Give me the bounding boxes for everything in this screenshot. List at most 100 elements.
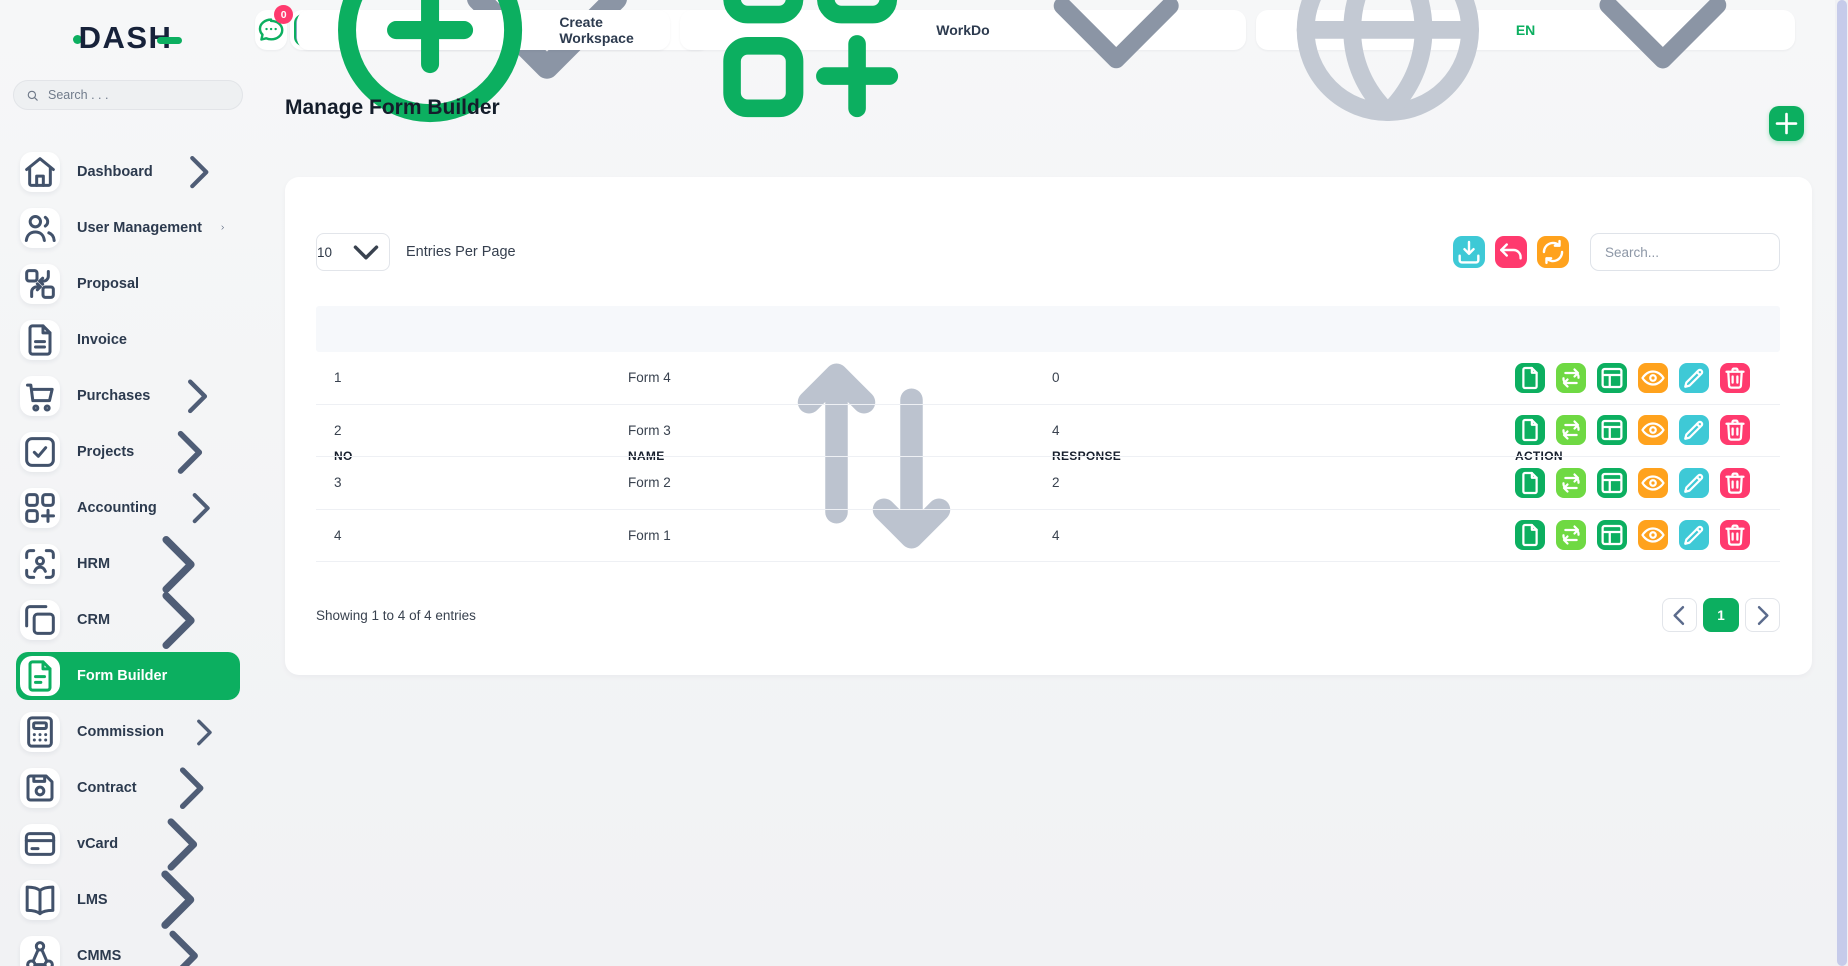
file-icon	[1515, 415, 1545, 445]
form-table-card: 10 Entries Per Page NO NAME RESPONSE ACT…	[285, 177, 1812, 675]
entries-per-page-select[interactable]: 10	[316, 233, 390, 271]
credit-card-icon	[20, 824, 60, 864]
create-form-button[interactable]	[1769, 106, 1804, 141]
cell-actions	[1497, 415, 1780, 445]
file-icon	[1515, 520, 1545, 550]
plus-circle-icon	[310, 0, 550, 150]
language-selector[interactable]: EN	[1256, 10, 1795, 50]
row-action-edit-button[interactable]	[1679, 520, 1709, 550]
row-action-responses-button[interactable]	[1597, 363, 1627, 393]
entries-per-page-label: Entries Per Page	[406, 244, 516, 260]
eye-icon	[1638, 468, 1668, 498]
pencil-icon	[1679, 520, 1709, 550]
table-footer: Showing 1 to 4 of 4 entries 1	[316, 598, 1780, 632]
repeat-icon	[1556, 468, 1586, 498]
sidebar-item-cmms[interactable]: CMMS	[16, 932, 240, 966]
sidebar-search	[13, 80, 243, 110]
app-logo[interactable]: DASH	[0, 20, 255, 56]
grid-plus-icon	[20, 488, 60, 528]
create-workspace-button[interactable]: Create Workspace	[297, 10, 670, 50]
trash-icon	[1720, 520, 1750, 550]
sidebar-search-input[interactable]	[48, 88, 231, 102]
messages-button[interactable]: 0	[255, 10, 287, 50]
eye-icon	[1638, 363, 1668, 393]
row-action-view-button[interactable]	[1638, 468, 1668, 498]
pagination-next-button[interactable]	[1745, 598, 1780, 632]
row-action-responses-button[interactable]	[1597, 468, 1627, 498]
row-action-responses-button[interactable]	[1597, 520, 1627, 550]
refresh-icon	[1537, 236, 1569, 268]
row-action-delete-button[interactable]	[1720, 363, 1750, 393]
scrollbar-thumb[interactable]	[1837, 0, 1847, 966]
row-action-delete-button[interactable]	[1720, 520, 1750, 550]
repeat-icon	[1556, 520, 1586, 550]
sidebar-item-invoice[interactable]: Invoice	[16, 316, 240, 364]
row-action-edit-button[interactable]	[1679, 363, 1709, 393]
chevron-down-icon	[1544, 0, 1782, 149]
row-action-convert-button[interactable]	[1556, 415, 1586, 445]
save-icon	[20, 768, 60, 808]
sidebar-item-form-builder[interactable]: Form Builder	[16, 652, 240, 700]
table-row: 4 Form 1 4	[316, 510, 1780, 563]
trash-icon	[1720, 363, 1750, 393]
row-action-view-button[interactable]	[1638, 363, 1668, 393]
row-action-delete-button[interactable]	[1720, 468, 1750, 498]
sidebar-item-dashboard[interactable]: Dashboard	[16, 148, 240, 196]
pencil-icon	[1679, 468, 1709, 498]
main-area: WorkDo 0 Create Workspace WorkDo EN	[255, 0, 1848, 966]
cell-no: 2	[316, 423, 610, 438]
scan-user-icon	[20, 544, 60, 584]
calculator-icon	[20, 712, 60, 752]
table-icon	[1597, 468, 1627, 498]
row-action-form-link-button[interactable]	[1515, 468, 1545, 498]
invoice-icon	[20, 320, 60, 360]
table-icon	[1597, 363, 1627, 393]
row-action-convert-button[interactable]	[1556, 468, 1586, 498]
row-action-edit-button[interactable]	[1679, 468, 1709, 498]
sidebar-item-projects[interactable]: Projects	[16, 428, 240, 476]
table-search-input[interactable]	[1590, 233, 1780, 271]
language-label: EN	[1516, 22, 1535, 38]
row-action-view-button[interactable]	[1638, 415, 1668, 445]
cell-name: Form 4	[610, 370, 1034, 385]
export-button[interactable]	[1453, 236, 1485, 268]
chevron-right-icon	[1746, 599, 1779, 632]
chevron-right-icon	[219, 224, 226, 231]
row-action-edit-button[interactable]	[1679, 415, 1709, 445]
row-action-responses-button[interactable]	[1597, 415, 1627, 445]
row-action-convert-button[interactable]	[1556, 363, 1586, 393]
eye-icon	[1638, 520, 1668, 550]
sidebar-item-purchases[interactable]: Purchases	[16, 372, 240, 420]
repeat-icon	[1556, 363, 1586, 393]
pagination-prev-button[interactable]	[1662, 598, 1697, 632]
table-icon	[1597, 415, 1627, 445]
pencil-icon	[1679, 363, 1709, 393]
chevron-right-icon	[151, 415, 226, 490]
app-window: DASH Dashboard User Management Proposal …	[0, 0, 1848, 966]
sidebar-item-user-management[interactable]: User Management	[16, 204, 240, 252]
sidebar-item-crm[interactable]: CRM	[16, 596, 240, 644]
eye-icon	[1638, 415, 1668, 445]
row-action-view-button[interactable]	[1638, 520, 1668, 550]
cell-no: 4	[316, 528, 610, 543]
table-row: 2 Form 3 4	[316, 405, 1780, 458]
pagination-page-1-button[interactable]: 1	[1703, 598, 1739, 632]
row-action-form-link-button[interactable]	[1515, 520, 1545, 550]
workspace-menu-button[interactable]: WorkDo	[680, 10, 1246, 50]
row-action-form-link-button[interactable]	[1515, 363, 1545, 393]
entries-summary: Showing 1 to 4 of 4 entries	[316, 608, 476, 623]
reset-button[interactable]	[1495, 236, 1527, 268]
page-title: Manage Form Builder	[285, 96, 500, 120]
row-action-convert-button[interactable]	[1556, 520, 1586, 550]
sidebar-item-proposal[interactable]: Proposal	[16, 260, 240, 308]
plus-icon	[1769, 106, 1804, 141]
topbar-right: 0 Create Workspace WorkDo EN	[255, 10, 1795, 50]
reload-button[interactable]	[1537, 236, 1569, 268]
row-action-delete-button[interactable]	[1720, 415, 1750, 445]
table-row: 3 Form 2 2	[316, 457, 1780, 510]
entries-per-page-value: 10	[317, 245, 332, 260]
sidebar-menu: Dashboard User Management Proposal Invoi…	[16, 148, 240, 966]
sidebar-item-commission[interactable]: Commission	[16, 708, 240, 756]
row-action-form-link-button[interactable]	[1515, 415, 1545, 445]
cell-response: 2	[1034, 475, 1497, 490]
